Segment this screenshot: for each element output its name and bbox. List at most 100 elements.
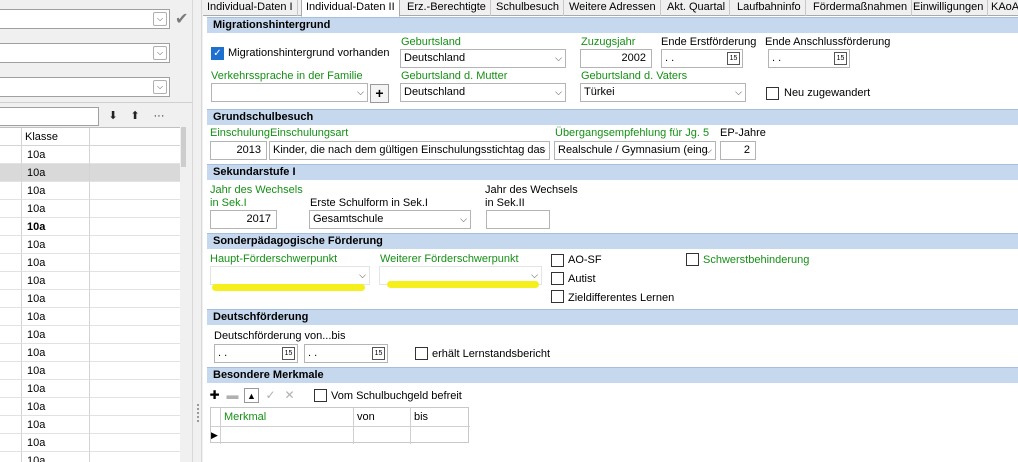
table-row[interactable]: 10a — [0, 380, 180, 398]
chevron-down-icon[interactable]: ⌵ — [735, 84, 742, 101]
table-row[interactable]: 10a — [0, 146, 180, 164]
grip-dot — [197, 408, 199, 410]
chevron-down-icon[interactable]: ⌵ — [460, 211, 467, 228]
table-row[interactable]: 10a — [0, 362, 180, 380]
chevron-down-icon[interactable]: ⌵ — [359, 267, 366, 284]
tab-foerdermassnahmen[interactable]: Fördermaßnahmen — [809, 0, 913, 16]
table-row[interactable]: 10a — [0, 200, 180, 218]
filler-cell — [90, 452, 180, 462]
ende-anschluss-date[interactable]: . . 15 — [768, 49, 850, 68]
calendar-icon[interactable]: 15 — [372, 347, 385, 360]
tab-kaoa[interactable]: KAoA — [987, 0, 1018, 16]
filler-cell — [90, 398, 180, 416]
table-row[interactable]: 10a — [0, 236, 180, 254]
schwerst-checkbox[interactable] — [686, 253, 699, 266]
geburtsland-select[interactable]: Deutschland ⌵ — [400, 49, 566, 68]
calendar-icon[interactable]: 15 — [834, 52, 847, 65]
wechsel1-field[interactable]: 2017 — [210, 210, 277, 229]
autist-checkbox[interactable] — [551, 272, 564, 285]
add-icon[interactable]: ✚ — [207, 388, 222, 403]
deutsch-von-date[interactable]: . . 15 — [214, 344, 298, 363]
cell-bis[interactable] — [411, 427, 470, 444]
filter-combo-1[interactable]: ⌵ — [0, 9, 170, 29]
ep-jahre-field[interactable]: 2 — [720, 141, 756, 160]
calendar-icon[interactable]: 15 — [282, 347, 295, 360]
einschulung-field[interactable]: 2013 — [210, 141, 267, 160]
table-row[interactable]: 10a — [0, 326, 180, 344]
add-language-button[interactable]: + — [370, 84, 389, 103]
verkehrssprache-select[interactable]: ⌵ — [211, 83, 368, 102]
klasse-cell: 10a — [22, 290, 90, 308]
tab-individual-2[interactable]: Individual-Daten II — [301, 0, 400, 17]
cell-merkmal[interactable] — [221, 427, 354, 444]
col-von[interactable]: von — [354, 408, 411, 426]
haupt-select[interactable]: ⌵ — [210, 266, 370, 285]
chevron-down-icon[interactable]: ⌵ — [357, 84, 364, 101]
chevron-down-icon[interactable]: ⌵ — [539, 142, 546, 159]
table-row[interactable]: 10a — [0, 398, 180, 416]
lernstand-checkbox[interactable] — [415, 347, 428, 360]
remove-icon[interactable]: ▬ — [225, 388, 240, 403]
chevron-down-icon[interactable]: ⌵ — [153, 80, 167, 94]
table-row[interactable]: 10a — [0, 272, 180, 290]
empfehlung-select[interactable]: Realschule / Gymnasium (eing ⌵ — [554, 141, 716, 160]
chevron-down-icon[interactable]: ⌵ — [555, 84, 562, 101]
calendar-icon[interactable]: 15 — [727, 52, 740, 65]
table-row[interactable]: 10a — [0, 308, 180, 326]
schulbuch-checkbox[interactable] — [314, 389, 327, 402]
tab-schulbesuch[interactable]: Schulbesuch — [492, 0, 564, 16]
ziel-checkbox[interactable] — [551, 290, 564, 303]
einschulungsart-select[interactable]: Kinder, die nach dem gültigen Einschulun… — [269, 141, 550, 160]
table-row[interactable]: 10a — [0, 290, 180, 308]
col-bis[interactable]: bis — [411, 408, 470, 426]
table-row[interactable]: 10a — [0, 434, 180, 452]
migration-checkbox[interactable]: ✓ — [211, 47, 224, 60]
chevron-down-icon[interactable]: ⌵ — [153, 12, 167, 26]
tab-laufbahninfo[interactable]: Laufbahninfo — [733, 0, 806, 16]
search-input[interactable] — [0, 107, 99, 126]
gb-mutter-select[interactable]: Deutschland ⌵ — [400, 83, 566, 102]
filter-combo-3[interactable]: ⌵ — [0, 77, 170, 97]
schulform-select[interactable]: Gesamtschule ⌵ — [309, 210, 471, 229]
gb-vater-select[interactable]: Türkei ⌵ — [580, 83, 746, 102]
edit-icon[interactable]: ✓ — [263, 388, 278, 403]
zuzugsjahr-field[interactable]: 2002 — [580, 49, 652, 68]
wechsel2-field[interactable] — [486, 210, 550, 229]
more-icon[interactable]: ··· — [150, 107, 168, 125]
splitter[interactable] — [192, 0, 202, 462]
tab-individual-1[interactable]: Individual-Daten I — [203, 0, 298, 16]
table-row[interactable]: 10a — [0, 344, 180, 362]
chevron-down-icon[interactable]: ⌵ — [555, 50, 562, 67]
table-row[interactable]: 10a — [0, 416, 180, 434]
cancel-icon[interactable]: ✕ — [282, 388, 297, 403]
klasse-cell: 10a — [22, 164, 90, 182]
neu-zugewandert-checkbox[interactable] — [766, 87, 779, 100]
up-icon[interactable]: ▲ — [244, 388, 259, 403]
table-row[interactable]: 10a — [0, 182, 180, 200]
table-row[interactable]: ▶ — [211, 426, 470, 444]
tab-akt-quartal[interactable]: Akt. Quartal — [663, 0, 731, 16]
grid-header-klasse[interactable]: Klasse — [22, 128, 90, 146]
checkmark-icon[interactable]: ✔ — [175, 9, 188, 29]
tab-weitere-adressen[interactable]: Weitere Adressen — [565, 0, 661, 16]
chevron-down-icon[interactable]: ⌵ — [705, 142, 712, 159]
chevron-down-icon[interactable]: ⌵ — [153, 46, 167, 60]
table-row[interactable]: 10a — [0, 218, 180, 236]
deutsch-bis-date[interactable]: . . 15 — [304, 344, 388, 363]
cell-von[interactable] — [354, 427, 411, 444]
aosf-checkbox[interactable] — [551, 254, 564, 267]
scrollbar-thumb[interactable] — [181, 127, 186, 167]
table-row[interactable]: 10a — [0, 164, 180, 182]
col-merkmal[interactable]: Merkmal — [221, 408, 354, 426]
row-indicator — [0, 398, 22, 416]
filler-cell — [90, 326, 180, 344]
table-row[interactable]: 10a — [0, 452, 180, 462]
table-row[interactable]: 10a — [0, 254, 180, 272]
filter-combo-2[interactable]: ⌵ — [0, 43, 170, 63]
move-up-icon[interactable]: ⬆ — [126, 107, 144, 125]
tab-erz-berechtigte[interactable]: Erz.-Berechtigte — [403, 0, 491, 16]
divider — [0, 102, 197, 103]
move-down-icon[interactable]: ⬇ — [104, 107, 122, 125]
tab-einwilligungen[interactable]: Einwilligungen — [909, 0, 989, 16]
ende-erst-date[interactable]: . . 15 — [661, 49, 743, 68]
